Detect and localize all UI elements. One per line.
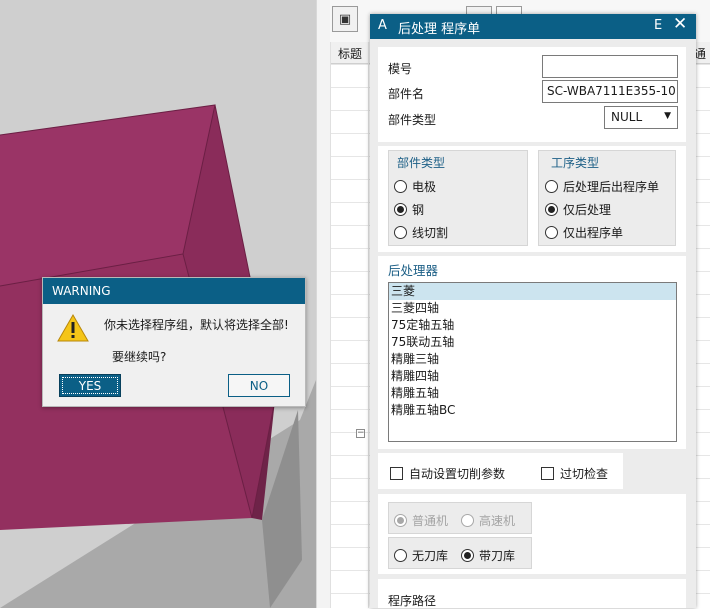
overcut-check-checkbox[interactable]: 过切检查 [541, 465, 608, 482]
options-section: 自动设置切削参数 过切检查 [378, 453, 623, 489]
collapse-toggle-icon[interactable]: − [356, 429, 365, 438]
part-name-label: 部件名 [388, 87, 425, 101]
radio-icon [545, 203, 558, 216]
expand-icon[interactable]: E [654, 18, 662, 33]
process-type-group-title: 工序类型 [551, 156, 600, 170]
radio-label: 仅后处理 [563, 203, 612, 217]
warning-dialog: WARNING 你未选择程序组，默认将选择全部! 要继续吗? YES NO [42, 277, 306, 407]
mold-no-label: 模号 [388, 62, 413, 76]
checkbox-icon [390, 467, 403, 480]
list-item[interactable]: 75联动五轴 [389, 334, 676, 351]
part-type-select[interactable]: NULL ▼ [604, 106, 678, 129]
postprocessor-section: 后处理器 三菱 三菱四轴 75定轴五轴 75联动五轴 精雕三轴 精雕四轴 精雕五… [378, 256, 686, 449]
grid-line [330, 42, 331, 608]
radio-label: 线切割 [412, 226, 449, 240]
radio-high-speed-machine: 高速机 [461, 512, 515, 529]
no-button[interactable]: NO [228, 374, 290, 397]
radio-icon [545, 226, 558, 239]
radio-icon [394, 549, 407, 562]
part-type-group-title: 部件类型 [397, 156, 446, 170]
radio-icon [394, 203, 407, 216]
list-item[interactable]: 精雕四轴 [389, 368, 676, 385]
chevron-down-icon: ▼ [664, 111, 671, 121]
radio-label: 无刀库 [412, 549, 449, 563]
list-item[interactable]: 精雕五轴 [389, 385, 676, 402]
postprocessor-label: 后处理器 [388, 263, 439, 278]
radio-label: 电极 [412, 180, 437, 194]
checkbox-label: 自动设置切削参数 [409, 467, 506, 481]
radio-label: 后处理后出程序单 [563, 180, 660, 194]
radio-normal-machine: 普通机 [394, 512, 448, 529]
tool-magazine-group: 无刀库 带刀库 [388, 537, 532, 569]
warning-message: 你未选择程序组，默认将选择全部! [104, 318, 289, 332]
part-type-label: 部件类型 [388, 113, 437, 127]
list-item[interactable]: 三菱四轴 [389, 300, 676, 317]
document-icon[interactable]: ▣ [332, 6, 358, 32]
machine-section: 普通机 高速机 无刀库 带刀库 [378, 494, 686, 574]
yes-button[interactable]: YES [59, 374, 121, 397]
close-icon[interactable]: ✕ [673, 14, 687, 34]
part-name-input[interactable]: SC-WBA7111E355-101 [542, 80, 678, 103]
app-icon: A [378, 18, 387, 33]
program-path-section: 程序路径 [378, 579, 686, 608]
warning-question: 要继续吗? [112, 350, 167, 364]
auto-cut-params-checkbox[interactable]: 自动设置切削参数 [390, 465, 505, 482]
radio-no-magazine[interactable]: 无刀库 [394, 547, 448, 564]
list-item[interactable]: 精雕三轴 [389, 351, 676, 368]
radio-label: 仅出程序单 [563, 226, 624, 240]
radio-icon [461, 549, 474, 562]
radio-label: 高速机 [479, 514, 516, 528]
postprocessor-list[interactable]: 三菱 三菱四轴 75定轴五轴 75联动五轴 精雕三轴 精雕四轴 精雕五轴 精雕五… [388, 282, 677, 442]
part-type-group: 部件类型 电极 钢 线切割 [388, 150, 528, 246]
radio-wire-cut[interactable]: 线切割 [394, 224, 448, 241]
radio-with-magazine[interactable]: 带刀库 [461, 547, 515, 564]
radio-icon [394, 226, 407, 239]
radio-label: 钢 [412, 203, 425, 217]
checkbox-icon [541, 467, 554, 480]
list-item[interactable]: 精雕五轴BC [389, 402, 676, 419]
viewport-divider[interactable] [316, 0, 330, 608]
list-item[interactable]: 75定轴五轴 [389, 317, 676, 334]
grid-line [368, 42, 369, 608]
process-type-group: 工序类型 后处理后出程序单 仅后处理 仅出程序单 [538, 150, 676, 246]
checkbox-label: 过切检查 [560, 467, 609, 481]
column-header-title: 标题 [338, 47, 363, 61]
dialog-titlebar[interactable]: A 后处理 程序单 E ✕ [370, 14, 696, 39]
radio-icon [394, 180, 407, 193]
list-item[interactable]: 三菱 [389, 283, 676, 300]
radio-post-and-sheet[interactable]: 后处理后出程序单 [545, 178, 659, 195]
radio-sheet-only[interactable]: 仅出程序单 [545, 224, 623, 241]
part-info-section: 模号 部件名 SC-WBA7111E355-101 部件类型 NULL ▼ [378, 47, 686, 142]
radio-label: 普通机 [412, 514, 449, 528]
program-path-label: 程序路径 [388, 594, 437, 608]
mold-no-input[interactable] [542, 55, 678, 78]
radio-post-only[interactable]: 仅后处理 [545, 201, 611, 218]
radio-steel[interactable]: 钢 [394, 201, 424, 218]
warning-title: WARNING [52, 284, 111, 298]
radio-icon [394, 514, 407, 527]
warning-triangle-icon [57, 314, 89, 342]
radio-electrode[interactable]: 电极 [394, 178, 436, 195]
radio-label: 带刀库 [479, 549, 516, 563]
warning-titlebar[interactable]: WARNING [43, 278, 305, 304]
dialog-title: 后处理 程序单 [398, 22, 481, 37]
radio-icon [545, 180, 558, 193]
postprocess-dialog: A 后处理 程序单 E ✕ 模号 部件名 SC-WBA7111E355-101 … [370, 14, 696, 608]
type-groups-section: 部件类型 电极 钢 线切割 工序类型 后处理后出程序单 仅后处理 仅出程序单 [378, 146, 686, 252]
radio-icon [461, 514, 474, 527]
machine-type-group: 普通机 高速机 [388, 502, 532, 534]
part-type-select-value: NULL [611, 110, 643, 124]
